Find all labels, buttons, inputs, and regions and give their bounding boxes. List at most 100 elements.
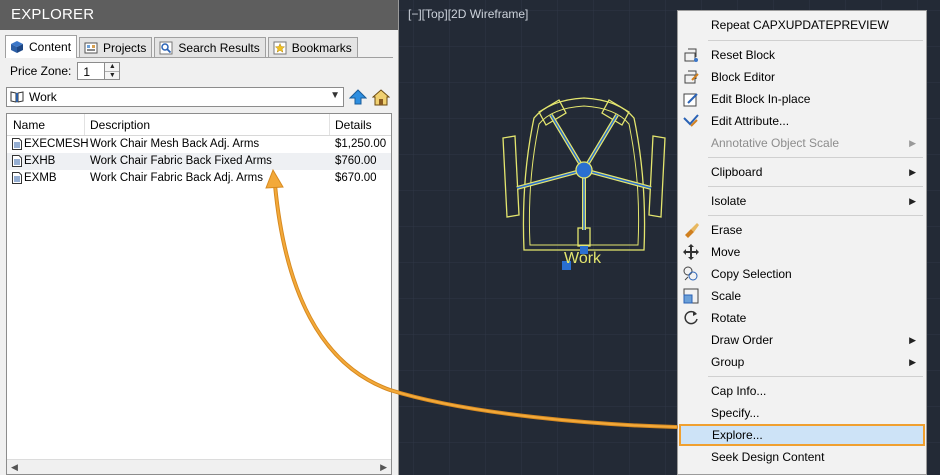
menu-item-label: Scale <box>711 289 742 303</box>
column-header-details[interactable]: Details <box>335 118 372 132</box>
rotate-icon <box>684 310 698 325</box>
projects-icon <box>84 42 98 54</box>
menu-item-label: Isolate <box>711 194 747 208</box>
column-header-description[interactable]: Description <box>90 118 150 132</box>
home-button[interactable] <box>371 87 391 107</box>
menu-item-isolate[interactable]: Isolate ▶ <box>678 190 926 212</box>
table-row[interactable]: EXMB Work Chair Fabric Back Adj. Arms $6… <box>7 170 391 187</box>
menu-item-label: Explore... <box>712 428 763 442</box>
menu-item-label: Edit Block In-place <box>711 92 811 106</box>
table-row[interactable]: EXHB Work Chair Fabric Back Fixed Arms $… <box>7 153 391 170</box>
menu-item-erase[interactable]: Erase <box>678 219 926 241</box>
menu-item-repeat[interactable]: Repeat CAPXUPDATEPREVIEW <box>678 14 926 36</box>
menu-item-label: Rotate <box>711 311 747 325</box>
row-description: Work Chair Mesh Back Adj. Arms <box>90 138 260 150</box>
menu-item-specify[interactable]: Specify... <box>678 402 926 424</box>
document-icon <box>12 138 22 150</box>
tab-label: Projects <box>103 41 147 55</box>
row-details: $760.00 <box>335 155 377 167</box>
menu-separator <box>708 376 923 377</box>
tab-search-results[interactable]: Search Results <box>154 37 266 58</box>
menu-item-draw-order[interactable]: Draw Order ▶ <box>678 329 926 351</box>
menu-item-label: Move <box>711 245 741 259</box>
explorer-panel: EXPLORER Content Projects Search Results… <box>0 0 399 475</box>
folder-combo[interactable]: Work ▼ <box>6 87 344 107</box>
submenu-arrow-icon: ▶ <box>909 356 916 367</box>
menu-item-scale[interactable]: Scale <box>678 285 926 307</box>
eraser-icon <box>685 223 699 238</box>
copy-icon <box>683 266 698 281</box>
tab-bookmarks[interactable]: Bookmarks <box>267 37 358 58</box>
row-name: EXECMESH <box>24 138 89 150</box>
menu-item-label: Seek Design Content <box>711 450 825 464</box>
menu-item-label: Clipboard <box>711 165 763 179</box>
menu-item-label: Copy Selection <box>711 267 792 281</box>
submenu-arrow-icon: ▶ <box>909 166 916 177</box>
scale-icon <box>683 288 699 304</box>
document-icon <box>12 155 22 167</box>
row-details: $1,250.00 <box>335 138 387 150</box>
horizontal-scrollbar[interactable]: ◀ ▶ <box>7 459 391 474</box>
menu-item-label: Erase <box>711 223 743 237</box>
search-icon <box>159 41 173 55</box>
block-label: Work <box>564 250 602 267</box>
row-details: $670.00 <box>335 172 377 184</box>
menu-item-rotate[interactable]: Rotate <box>678 307 926 329</box>
block-editor-icon <box>684 70 699 84</box>
row-description: Work Chair Fabric Back Adj. Arms <box>90 172 263 184</box>
menu-item-group[interactable]: Group ▶ <box>678 351 926 373</box>
menu-item-label: Specify... <box>711 406 760 420</box>
column-separator[interactable] <box>84 114 85 135</box>
menu-item-edit-attribute[interactable]: Edit Attribute... <box>678 110 926 132</box>
menu-item-label: Block Editor <box>711 70 776 84</box>
menu-item-copy-selection[interactable]: Copy Selection <box>678 263 926 285</box>
tab-projects[interactable]: Projects <box>79 37 153 58</box>
reset-block-icon <box>684 48 698 62</box>
panel-title: EXPLORER <box>0 0 398 30</box>
submenu-arrow-icon: ▶ <box>909 195 916 206</box>
move-icon <box>683 244 699 260</box>
menu-item-explore[interactable]: Explore... <box>679 424 925 446</box>
row-description: Work Chair Fabric Back Fixed Arms <box>90 155 272 167</box>
menu-item-label: Group <box>711 355 745 369</box>
scroll-left-icon[interactable]: ◀ <box>11 462 18 473</box>
price-zone-input[interactable]: 1 <box>77 62 106 80</box>
menu-item-label: Repeat CAPXUPDATEPREVIEW <box>711 18 889 32</box>
up-folder-button[interactable] <box>348 87 368 107</box>
table-row[interactable]: EXECMESH Work Chair Mesh Back Adj. Arms … <box>7 136 391 153</box>
home-icon <box>372 88 390 105</box>
up-arrow-icon <box>349 89 367 105</box>
edit-block-icon <box>683 93 698 107</box>
menu-item-edit-block-in-place[interactable]: Edit Block In-place <box>678 88 926 110</box>
tab-content[interactable]: Content <box>5 35 78 58</box>
edit-attribute-icon <box>683 114 699 127</box>
stepper-up-icon[interactable]: ▲ <box>105 63 120 72</box>
menu-separator <box>708 186 923 187</box>
menu-separator <box>708 40 923 41</box>
chevron-down-icon[interactable]: ▼ <box>330 90 340 101</box>
menu-item-label: Cap Info... <box>711 384 767 398</box>
scroll-right-icon[interactable]: ▶ <box>380 462 387 473</box>
submenu-arrow-icon: ▶ <box>909 137 916 148</box>
column-separator[interactable] <box>329 114 330 135</box>
price-zone-stepper[interactable]: ▲ ▼ <box>105 62 121 80</box>
folder-combo-value: Work <box>29 90 57 104</box>
stepper-down-icon[interactable]: ▼ <box>105 72 119 80</box>
menu-item-seek-design-content[interactable]: Seek Design Content <box>678 446 926 468</box>
column-header-name[interactable]: Name <box>13 118 45 132</box>
menu-item-cap-info[interactable]: Cap Info... <box>678 380 926 402</box>
catalog-book-icon <box>10 91 24 103</box>
row-name: EXMB <box>24 172 57 184</box>
menu-item-reset-block[interactable]: Reset Block <box>678 44 926 66</box>
document-icon <box>12 172 22 184</box>
menu-item-move[interactable]: Move <box>678 241 926 263</box>
cube-icon <box>11 41 23 53</box>
menu-item-clipboard[interactable]: Clipboard ▶ <box>678 161 926 183</box>
tab-label: Bookmarks <box>291 41 352 55</box>
context-menu: Repeat CAPXUPDATEPREVIEW Reset Block Blo… <box>677 10 927 475</box>
menu-separator <box>708 215 923 216</box>
menu-item-label: Annotative Object Scale <box>711 136 840 150</box>
menu-item-block-editor[interactable]: Block Editor <box>678 66 926 88</box>
menu-item-annotative-object-scale: Annotative Object Scale ▶ <box>678 132 926 154</box>
menu-item-label: Draw Order <box>711 333 774 347</box>
